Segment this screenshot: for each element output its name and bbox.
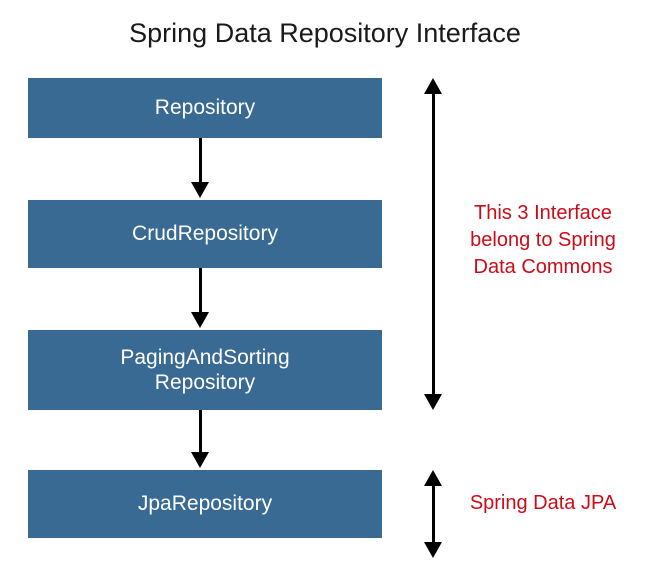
box-paging-sorting-label: PagingAndSorting Repository — [120, 345, 289, 395]
box-jpa-repository-label: JpaRepository — [138, 491, 272, 516]
annotation-commons-line1: This 3 Interface — [458, 200, 628, 227]
annotation-spring-data-commons: This 3 Interface belong to Spring Data C… — [458, 200, 628, 281]
box-crud-repository-label: CrudRepository — [132, 221, 278, 246]
box-jpa-repository: JpaRepository — [28, 470, 382, 538]
annotation-commons-line3: Data Commons — [458, 254, 628, 281]
annotation-jpa-label: Spring Data JPA — [470, 492, 616, 514]
box-crud-repository: CrudRepository — [28, 200, 382, 268]
box-paging-sorting-line1: PagingAndSorting — [120, 345, 289, 370]
box-paging-sorting-repository: PagingAndSorting Repository — [28, 330, 382, 410]
double-arrow-commons-icon — [424, 78, 442, 410]
annotation-commons-line2: belong to Spring — [458, 227, 628, 254]
box-repository: Repository — [28, 78, 382, 138]
double-arrow-jpa-icon — [424, 470, 442, 558]
box-repository-label: Repository — [155, 95, 255, 120]
box-paging-sorting-line2: Repository — [120, 370, 289, 395]
diagram-title: Spring Data Repository Interface — [0, 18, 650, 49]
annotation-spring-data-jpa: Spring Data JPA — [458, 490, 628, 517]
